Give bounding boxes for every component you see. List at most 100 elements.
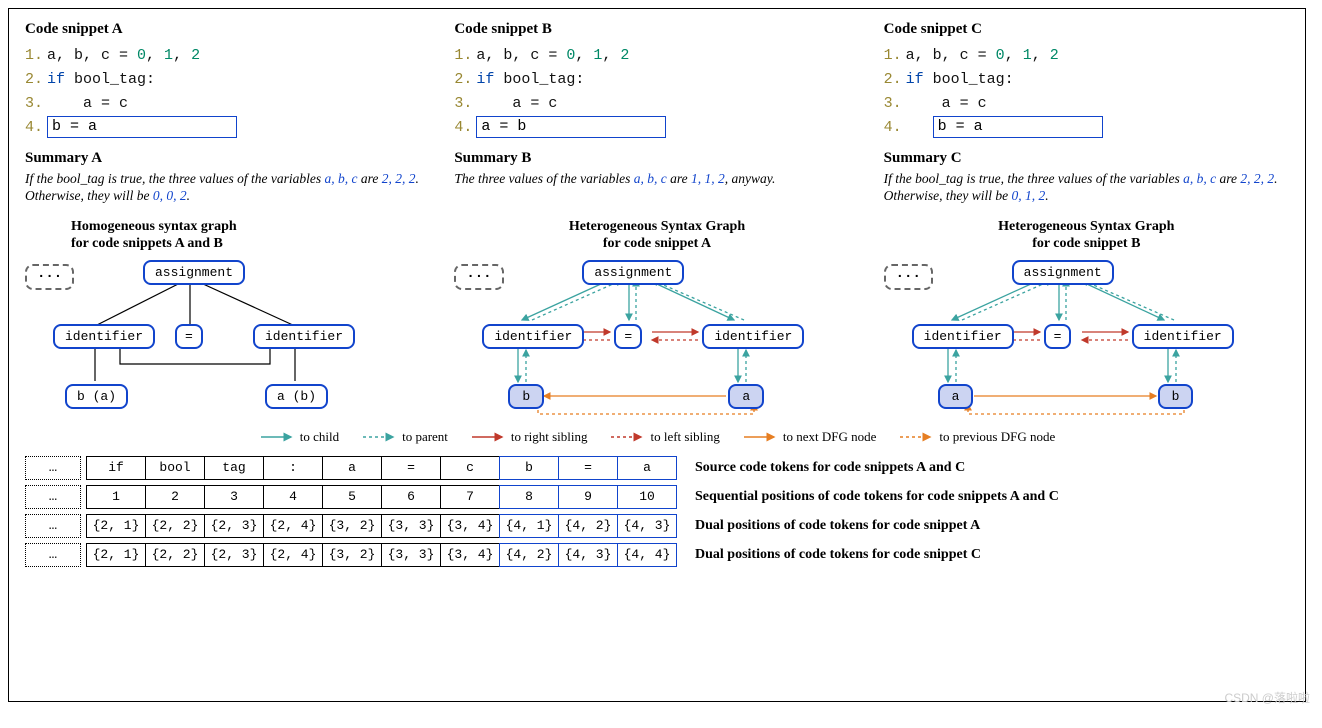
token-cell: b [499,456,559,480]
leaf2-node: a (b) [265,384,328,409]
token-table-row: …ifbooltag:a=cb=aSource code tokens for … [25,455,1289,480]
table-caption: Source code tokens for code snippets A a… [695,460,965,476]
token-cell: {3, 2} [322,514,382,538]
token-cell: 1 [86,485,146,509]
root-node: assignment [1012,260,1114,285]
code-a-3: 3. a = c [25,92,430,116]
ellipsis-cell: … [25,456,81,480]
token-cell: {2, 3} [204,514,264,538]
leaf2-node: a [728,384,764,409]
token-cell: a [617,456,677,480]
leaf1-node: b [508,384,544,409]
token-cell: a [322,456,382,480]
leaf1-node: a [938,384,974,409]
token-table-row: …{2, 1}{2, 2}{2, 3}{2, 4}{3, 2}{3, 3}{3,… [25,542,1289,567]
summary-b-title: Summary B [454,150,859,167]
dots-node: ··· [454,264,503,290]
token-table-row: …{2, 1}{2, 2}{2, 3}{2, 4}{3, 2}{3, 3}{3,… [25,513,1289,538]
table-caption: Dual positions of code tokens for code s… [695,518,980,534]
graph-het-b: ··· assignment identifier = identifier a… [884,256,1289,421]
token-cell: {2, 4} [263,514,323,538]
watermark: CSDN @落啦啦 [1224,689,1310,706]
legend: to child to parent to right sibling to l… [25,429,1289,445]
legend-to-child: to child [259,429,339,445]
token-tables: …ifbooltag:a=cb=aSource code tokens for … [25,455,1289,567]
token-cell: bool [145,456,205,480]
token-cell: tag [204,456,264,480]
token-cell: 7 [440,485,500,509]
eq-node: = [614,324,642,349]
id2-node: identifier [1132,324,1234,349]
root-node: assignment [143,260,245,285]
snippet-a-title: Code snippet A [25,21,430,38]
eq-node: = [1044,324,1072,349]
summary-c-title: Summary C [884,150,1289,167]
code-b-1: 1.a, b, c = 0, 1, 2 [454,44,859,68]
token-cell: = [381,456,441,480]
token-cell: {4, 3} [617,514,677,538]
legend-to-parent: to parent [361,429,448,445]
token-cell: {4, 2} [558,514,618,538]
id1-node: identifier [912,324,1014,349]
id1-node: identifier [482,324,584,349]
code-b-2: 2.if bool_tag: [454,68,859,92]
col-a: Code snippet A 1.a, b, c = 0, 1, 2 2.if … [25,21,430,421]
ellipsis-cell: … [25,485,81,509]
snippet-b-title: Code snippet B [454,21,859,38]
token-cell: c [440,456,500,480]
legend-to-next-dfg: to next DFG node [742,429,877,445]
id2-node: identifier [253,324,355,349]
leaf2-node: b [1158,384,1194,409]
ellipsis-cell: … [25,514,81,538]
table-caption: Sequential positions of code tokens for … [695,489,1059,505]
token-cell: : [263,456,323,480]
token-cell: = [558,456,618,480]
graph-het-a: ··· assignment identifier = identifier b… [454,256,859,421]
token-cell: 8 [499,485,559,509]
summary-b-text: The three values of the variables a, b, … [454,170,859,204]
token-cell: {3, 2} [322,543,382,567]
token-cell: 4 [263,485,323,509]
graph-het-a-title: Heterogeneous Syntax Graphfor code snipp… [454,218,859,252]
token-cell: {4, 1} [499,514,559,538]
id2-node: identifier [702,324,804,349]
code-a-4: 4.b = a [25,116,430,140]
token-cell: 3 [204,485,264,509]
token-cell: {4, 4} [617,543,677,567]
token-cell: 10 [617,485,677,509]
token-cell: {4, 2} [499,543,559,567]
legend-to-left-sib: to left sibling [609,429,719,445]
token-cell: {4, 3} [558,543,618,567]
code-b-3: 3. a = c [454,92,859,116]
token-cell: {3, 3} [381,514,441,538]
root-node: assignment [582,260,684,285]
figure-frame: Code snippet A 1.a, b, c = 0, 1, 2 2.if … [8,8,1306,702]
token-cell: {3, 4} [440,543,500,567]
code-b-4: 4.a = b [454,116,859,140]
leaf1-node: b (a) [65,384,128,409]
token-cell: {2, 2} [145,514,205,538]
dots-node: ··· [25,264,74,290]
summary-a-title: Summary A [25,150,430,167]
legend-to-prev-dfg: to previous DFG node [898,429,1055,445]
token-table-row: …12345678910Sequential positions of code… [25,484,1289,509]
token-cell: {2, 2} [145,543,205,567]
graph-homo-title: Homogeneous syntax graphfor code snippet… [25,218,430,252]
summary-a-text: If the bool_tag is true, the three value… [25,170,430,204]
eq-node: = [175,324,203,349]
code-c-3: 3. a = c [884,92,1289,116]
summary-c-text: If the bool_tag is true, the three value… [884,170,1289,204]
col-b: Code snippet B 1.a, b, c = 0, 1, 2 2.if … [454,21,859,421]
token-cell: {2, 3} [204,543,264,567]
dots-node: ··· [884,264,933,290]
graph-het-b-title: Heterogeneous Syntax Graphfor code snipp… [884,218,1289,252]
ellipsis-cell: … [25,543,81,567]
table-caption: Dual positions of code tokens for code s… [695,547,981,563]
token-cell: 5 [322,485,382,509]
snippet-columns: Code snippet A 1.a, b, c = 0, 1, 2 2.if … [25,21,1289,421]
legend-to-right-sib: to right sibling [470,429,588,445]
col-c: Code snippet C 1.a, b, c = 0, 1, 2 2.if … [884,21,1289,421]
code-a-2: 2.if bool_tag: [25,68,430,92]
token-cell: {2, 1} [86,543,146,567]
code-c-2: 2.if bool_tag: [884,68,1289,92]
